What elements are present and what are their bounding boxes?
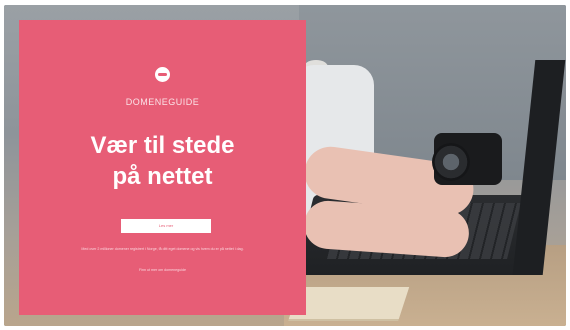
hero-banner: DOMENEGUIDE Vær til stede på nettet Les … — [4, 5, 566, 326]
headline-line-2: på nettet — [112, 163, 213, 190]
read-more-button[interactable]: Les mer — [121, 219, 211, 233]
more-info-link[interactable]: Finn ut mer om domeneguide — [19, 267, 306, 274]
logo-mark — [158, 73, 167, 76]
headline: Vær til stede på nettet — [19, 130, 306, 192]
description-text: Med over 2 millioner domener registrert … — [81, 247, 244, 251]
camera-lens-image — [432, 143, 470, 181]
brand-name: DOMENEGUIDE — [125, 97, 200, 107]
logo-icon — [155, 67, 170, 82]
book-image — [288, 287, 410, 319]
headline-line-1: Vær til stede — [90, 132, 235, 159]
promo-card: DOMENEGUIDE Vær til stede på nettet Les … — [19, 20, 306, 315]
